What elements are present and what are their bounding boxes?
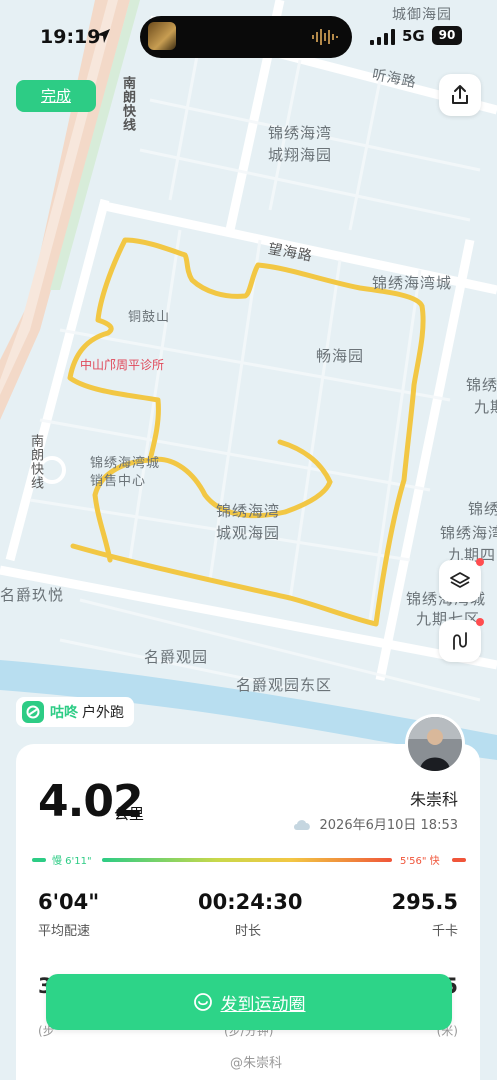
map-layers-button[interactable] [439,558,484,602]
share-icon [452,85,468,104]
activity-type: 户外跑 [82,705,124,721]
codoon-logo-icon [22,701,44,723]
share-button[interactable] [439,74,481,116]
notification-dot [476,558,484,566]
location-arrow-icon [96,29,110,43]
map-label: 锦绣 [466,376,497,394]
notification-dot [476,618,484,626]
map-label: 名爵玖悦 [0,586,65,604]
brand-tag: 咕咚 户外跑 [16,697,134,727]
map-label: 城翔海园 [268,146,333,164]
map-label: 铜鼓山 [128,310,171,325]
workout-datetime: 2026年6月10日 18:53 [292,814,458,833]
battery-indicator: 90 [432,26,462,45]
stat-avg-pace: 6'04" 平均配速 [38,890,100,939]
cloud-icon [293,819,310,830]
avatar[interactable] [405,714,465,774]
stat-calories: 295.5 千卡 [391,890,458,939]
clock: 19:19 [40,26,101,48]
map-label: 锦绣海湾城 [372,274,453,292]
clinic-label: 中山邝周平诊所 [80,358,165,372]
dynamic-island[interactable] [140,16,352,58]
pace-gradient [102,858,392,862]
network-type: 5G [402,27,425,45]
map-label: 城观海园 [216,524,281,542]
audio-wave-icon [312,29,338,45]
watermark: @朱崇科 [230,1056,283,1071]
pace-bar: 慢 6'11" 5'56" 快 [32,852,466,868]
map-label: 锦绣海湾城 [90,456,161,471]
map-label: 锦绣海湾 [216,502,281,520]
layers-icon [450,572,470,588]
username: 朱崇科 [409,790,458,809]
chat-bubble-icon [193,993,212,1011]
map-label: 畅海园 [316,347,365,365]
stat-duration: 00:24:30 时长 [198,890,303,939]
pace-fast-label: 5'56" 快 [400,856,440,867]
map-label: 锦绣海湾 [268,124,333,142]
map-label: 名爵观园 [144,648,209,666]
map-label: 锦绣海湾 [440,524,497,542]
post-to-feed-label: 发到运动圈 [220,994,306,1015]
road-label: 南朗快线 [28,434,43,490]
map-label: 锦绣 [468,500,497,518]
route-style-button[interactable] [439,618,484,662]
distance-unit: 公里 [114,805,145,823]
pace-slow-label: 慢 6'11" [52,856,92,867]
post-to-feed-button[interactable]: 发到运动圈 [46,974,452,1030]
album-art [148,22,176,50]
signal-icon [370,29,395,45]
map-label: 名爵观园东区 [236,676,333,694]
route-icon [453,632,467,650]
road-label: 南朗快线 [120,76,135,132]
brand-name: 咕咚 [50,705,78,721]
map-label: 销售中心 [90,474,147,489]
done-button[interactable]: 完成 [16,80,96,112]
status-bar: 19:19 5G 90 [0,0,497,72]
map-label: 九期 [474,398,497,416]
